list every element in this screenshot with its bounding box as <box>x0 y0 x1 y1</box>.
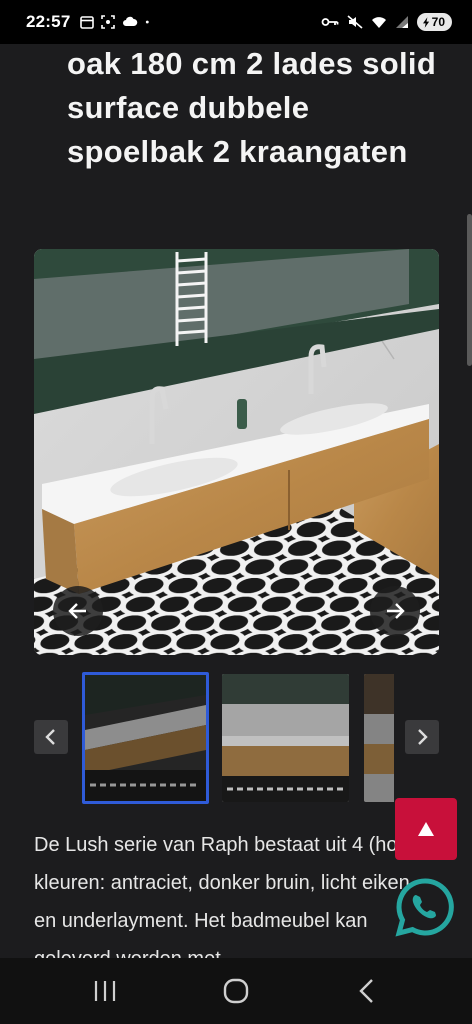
system-nav-bar <box>0 958 472 1024</box>
recent-apps-button[interactable] <box>75 971 135 1011</box>
product-title: oak 180 cm 2 lades solid surface dubbele… <box>67 46 437 169</box>
arrow-right-icon <box>387 603 405 619</box>
chevron-left-icon <box>45 729 55 745</box>
thumb-prev-button[interactable] <box>34 720 68 754</box>
cloud-icon <box>123 16 138 26</box>
status-bar: 22:57 70 <box>0 0 472 44</box>
thumb-next-button[interactable] <box>405 720 439 754</box>
key-icon <box>321 18 339 26</box>
arrow-up-icon <box>418 822 434 836</box>
arrow-left-icon <box>68 603 86 619</box>
home-icon <box>223 978 249 1004</box>
thumbnail-3[interactable] <box>364 674 394 802</box>
chevron-right-icon <box>418 729 428 745</box>
whatsapp-icon <box>395 878 454 937</box>
thumbnail-2[interactable] <box>222 674 349 802</box>
back-button[interactable] <box>337 971 397 1011</box>
screenshot-icon <box>101 15 116 29</box>
back-icon <box>358 979 373 1003</box>
dot-icon <box>146 20 150 24</box>
whatsapp-button[interactable] <box>394 876 456 938</box>
thumbnail-strip <box>82 672 394 804</box>
gallery-next-button[interactable] <box>370 586 420 636</box>
wifi-icon <box>371 17 386 28</box>
battery-level: 70 <box>431 15 445 29</box>
gallery-prev-button[interactable] <box>53 586 103 636</box>
status-time: 22:57 <box>26 12 71 31</box>
signal-icon <box>395 16 408 28</box>
scroll-to-top-button[interactable] <box>395 798 457 860</box>
battery-icon: 70 <box>416 13 452 31</box>
home-button[interactable] <box>206 971 266 1011</box>
product-description: De Lush serie van Raph bestaat uit 4 (ho… <box>34 834 421 970</box>
page-scrollbar[interactable] <box>467 214 472 366</box>
mute-icon <box>347 15 363 29</box>
thumbnail-1[interactable] <box>82 672 209 804</box>
recent-apps-icon <box>95 981 116 1001</box>
calendar-icon <box>80 16 95 29</box>
